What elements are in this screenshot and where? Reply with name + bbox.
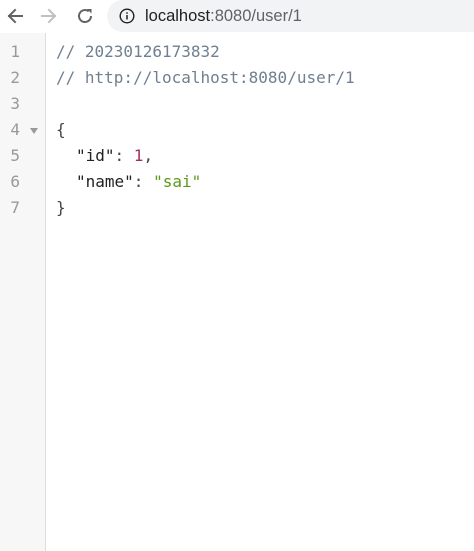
code-line-7: 7 }	[0, 195, 474, 221]
url-comment: // http://localhost:8080/user/1	[56, 68, 355, 87]
code-line-1: 1 // 20230126173832	[0, 39, 474, 65]
fold-toggle[interactable]	[29, 117, 39, 143]
code-line-6: 6 "name": "sai"	[0, 169, 474, 195]
line-number: 6	[10, 172, 20, 191]
json-string-value: "sai"	[153, 172, 202, 191]
caret-down-icon	[30, 117, 38, 143]
json-colon: :	[114, 146, 134, 165]
code-line-2: 2 // http://localhost:8080/user/1	[0, 65, 474, 91]
code-line-4: 4 {	[0, 117, 474, 143]
json-comma: ,	[143, 146, 154, 165]
json-key: "name"	[76, 172, 134, 191]
line-number: 1	[10, 42, 20, 61]
code-line-5: 5 "id": 1,	[0, 143, 474, 169]
line-number: 3	[10, 94, 20, 113]
json-colon: :	[133, 172, 154, 191]
url-text: localhost:8080/user/1	[145, 7, 302, 26]
browser-toolbar: localhost:8080/user/1	[0, 0, 474, 33]
code-line-3: 3	[0, 91, 474, 117]
reload-button[interactable]	[72, 3, 98, 29]
address-bar[interactable]: localhost:8080/user/1	[107, 0, 474, 32]
info-icon[interactable]	[119, 8, 135, 24]
json-field-id: "id": 1,	[76, 143, 153, 169]
open-brace: {	[56, 120, 66, 139]
reload-icon	[76, 7, 94, 25]
close-brace: }	[56, 198, 66, 217]
json-viewer: 1 // 20230126173832 2 // http://localhos…	[0, 33, 474, 551]
line-number: 2	[10, 68, 20, 87]
arrow-left-icon	[6, 7, 24, 25]
forward-button[interactable]	[36, 3, 62, 29]
json-key: "id"	[76, 146, 115, 165]
line-number: 5	[10, 146, 20, 165]
arrow-right-icon	[40, 7, 58, 25]
json-number-value: 1	[133, 146, 144, 165]
back-button[interactable]	[2, 3, 28, 29]
url-path: :8080/user/1	[210, 6, 302, 25]
line-number: 4	[10, 120, 20, 139]
line-number: 7	[10, 198, 20, 217]
json-field-name: "name": "sai"	[76, 169, 201, 195]
url-host: localhost	[145, 6, 211, 25]
timestamp-comment: // 20230126173832	[56, 42, 220, 61]
